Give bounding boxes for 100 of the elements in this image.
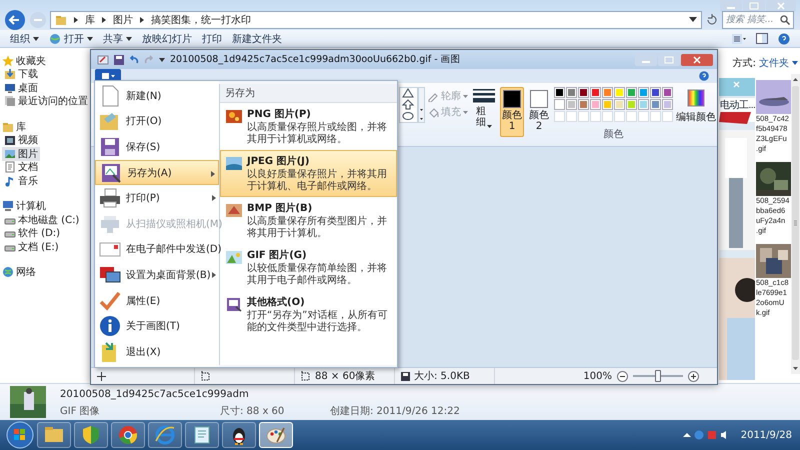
- zoom-level: 100%: [583, 370, 612, 382]
- submenu-item[interactable]: 其他格式(O) 打开“另存为”对话框，从所有可能的文件类型中进行选择。: [220, 291, 397, 338]
- menu-item[interactable]: 打印(P): [95, 185, 219, 211]
- menu-item[interactable]: 属性(E): [95, 288, 219, 314]
- sidebar-item[interactable]: 音乐: [2, 174, 40, 188]
- toolbar-button[interactable]: 新建文件夹: [232, 32, 282, 46]
- color-swatch[interactable]: [614, 99, 625, 110]
- submenu-item[interactable]: GIF 图片(G) 以较低质量保存简单绘图，并将其用于电子邮件或网络。: [220, 244, 397, 291]
- color-swatch[interactable]: [650, 99, 661, 110]
- tray-arrow-icon[interactable]: [682, 432, 691, 438]
- bucket-icon: [428, 106, 439, 118]
- color-swatch[interactable]: [662, 99, 673, 110]
- color-swatch[interactable]: [602, 87, 613, 98]
- scrollbar[interactable]: [791, 74, 800, 374]
- breadcrumb-item[interactable]: 搞笑图集，统一打水印: [151, 13, 251, 27]
- toolbar-button[interactable]: 组织: [10, 32, 39, 46]
- caret-icon: [33, 36, 39, 40]
- dropdown-icon[interactable]: [689, 17, 697, 23]
- save-icon[interactable]: [114, 54, 124, 64]
- color-swatch[interactable]: [566, 99, 577, 110]
- menu-item[interactable]: 保存(S): [95, 134, 219, 160]
- breadcrumb-item[interactable]: 图片: [113, 13, 133, 27]
- breadcrumb-item[interactable]: 库: [85, 13, 95, 27]
- search-field[interactable]: 搜索 搞笑...: [722, 11, 794, 29]
- line-weights-icon: [473, 89, 495, 103]
- color-swatch[interactable]: [650, 87, 661, 98]
- sidebar-item[interactable]: 视频: [2, 134, 40, 147]
- size-button[interactable]: 粗细: [471, 87, 497, 128]
- color-swatch[interactable]: [614, 87, 625, 98]
- menu-item[interactable]: 设置为桌面背景(B): [95, 262, 219, 288]
- folder-icon: [55, 14, 67, 26]
- menu-item[interactable]: 退出(X): [95, 338, 219, 365]
- color-slot-button[interactable]: 颜色 2: [527, 87, 551, 137]
- refresh-icon[interactable]: [705, 13, 719, 27]
- help-icon[interactable]: [778, 32, 790, 44]
- color-swatch[interactable]: [566, 87, 577, 98]
- sidebar-item[interactable]: 文档 (E:): [2, 240, 61, 254]
- menu-item[interactable]: 关于画图(T): [95, 313, 219, 339]
- close-icon[interactable]: [766, 0, 796, 12]
- sidebar-item[interactable]: 图片: [2, 147, 40, 160]
- submenu-item[interactable]: JPEG 图片(J) 以良好质量保存照片，并将其用于计算机、电子邮件或网络。: [220, 150, 397, 197]
- color-swatch[interactable]: [590, 87, 601, 98]
- color-swatch[interactable]: [578, 99, 589, 110]
- sidebar-group[interactable]: 网络: [2, 266, 36, 279]
- sidebar-item[interactable]: 下载: [2, 68, 40, 81]
- back-icon[interactable]: [4, 9, 26, 31]
- sidebar-group[interactable]: 计算机: [2, 200, 46, 213]
- arrange-dropdown[interactable]: 文件夹: [759, 56, 798, 70]
- close-icon[interactable]: [681, 54, 713, 66]
- start-button[interactable]: [6, 421, 34, 449]
- sidebar-group[interactable]: 库: [2, 120, 26, 134]
- color-swatch[interactable]: [590, 99, 601, 110]
- zoom-in-icon[interactable]: [688, 370, 699, 382]
- toolbar-button[interactable]: 打印: [202, 32, 222, 46]
- sidebar-item[interactable]: 桌面: [2, 81, 40, 94]
- submenu-item[interactable]: PNG 图片(P) 以高质量保存照片或绘图，并将其用于计算机或网络。: [220, 103, 397, 150]
- drawing-image-icon: [225, 250, 243, 265]
- minimize-icon[interactable]: [720, 0, 742, 12]
- color-swatch[interactable]: [602, 99, 613, 110]
- toolbar-button[interactable]: 打开: [49, 32, 93, 46]
- undo-icon[interactable]: [129, 54, 139, 64]
- sidebar-item[interactable]: 软件 (D:): [2, 226, 62, 240]
- sidebar-item[interactable]: 最近访问的位置: [2, 94, 90, 108]
- caret-icon: [792, 61, 798, 65]
- color-swatch[interactable]: [626, 87, 637, 98]
- menu-item[interactable]: 新建(N): [95, 83, 219, 109]
- zoom-out-icon[interactable]: [617, 370, 628, 382]
- view-options-icon[interactable]: [732, 34, 746, 44]
- taskbar-button[interactable]: [222, 422, 256, 448]
- help-icon[interactable]: [699, 71, 709, 81]
- menu-item[interactable]: 另存为(A): [95, 160, 219, 186]
- color-swatch[interactable]: [554, 87, 565, 98]
- folder-icon: [2, 120, 14, 133]
- address-bar[interactable]: 库 图片 搞笑图集，统一打水印: [50, 11, 702, 29]
- toolbar-button[interactable]: 放映幻灯片: [142, 32, 192, 46]
- edit-colors-button[interactable]: 编辑颜色: [676, 87, 716, 124]
- color-swatch[interactable]: [578, 87, 589, 98]
- sidebar-group[interactable]: 收藏夹: [2, 54, 46, 68]
- clock-date[interactable]: 2011/9/28: [740, 430, 792, 440]
- slider-thumb[interactable]: [655, 370, 661, 382]
- color-swatch[interactable]: [626, 99, 637, 110]
- maximize-icon[interactable]: [743, 0, 765, 12]
- created-date: 创建日期: 2011/9/26 12:22: [330, 404, 460, 418]
- chevron-icon: [73, 16, 79, 24]
- file-type: GIF 图像: [60, 404, 101, 418]
- sidebar-item[interactable]: 文档: [2, 160, 40, 174]
- shapes-gallery[interactable]: [399, 87, 425, 123]
- submenu-item[interactable]: BMP 图片(B) 以高质量保存所有类型图片，并将其用于计算机。: [220, 197, 397, 244]
- color-swatch[interactable]: [662, 87, 673, 98]
- menu-item[interactable]: 在电子邮件中发送(D): [95, 236, 219, 262]
- arrange-label: 方式:: [732, 56, 756, 70]
- color-swatch[interactable]: [638, 87, 649, 98]
- toolbar-button[interactable]: 共享: [103, 32, 132, 46]
- preview-pane-icon[interactable]: [756, 33, 768, 44]
- sidebar-item[interactable]: 本地磁盘 (C:): [2, 213, 82, 226]
- color-swatch[interactable]: [554, 99, 565, 110]
- menu-item[interactable]: 打开(O): [95, 108, 219, 134]
- color-swatch[interactable]: [638, 99, 649, 110]
- dropdown-icon[interactable]: [159, 58, 165, 62]
- color-slot-button[interactable]: 颜色 1: [500, 87, 524, 137]
